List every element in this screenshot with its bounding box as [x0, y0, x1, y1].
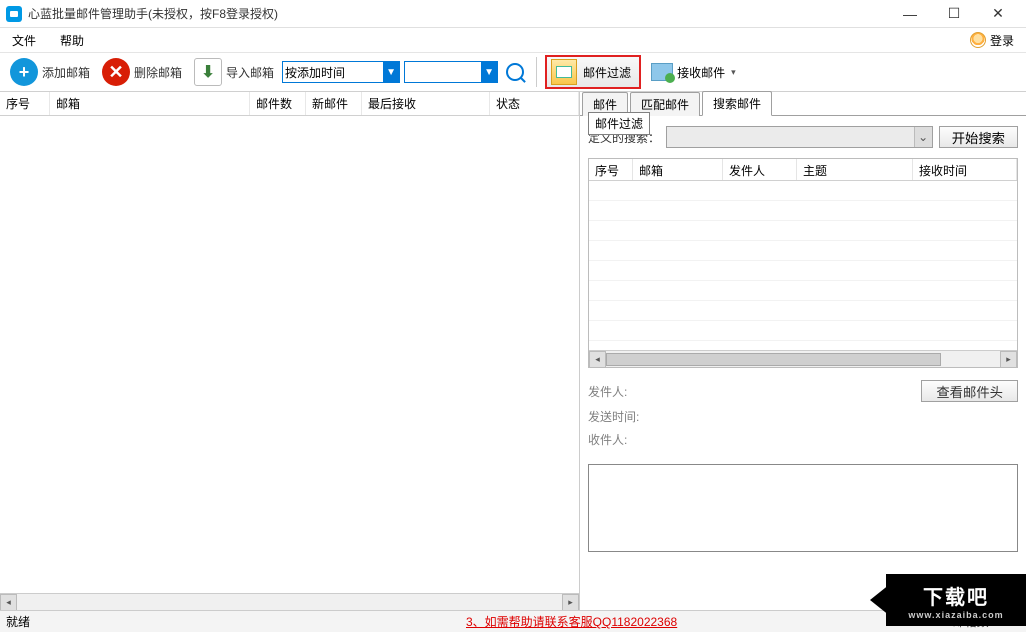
col-index[interactable]: 序号 [589, 159, 633, 180]
recipient-label: 收件人: [588, 431, 648, 448]
tooltip: 邮件过滤 [588, 112, 650, 135]
search-table-header: 序号 邮箱 发件人 主题 接收时间 [589, 159, 1017, 181]
delete-mailbox-button[interactable]: ✕ 删除邮箱 [98, 56, 186, 88]
mailbox-table-body[interactable] [0, 116, 579, 593]
scroll-left-arrow[interactable]: ◂ [0, 594, 17, 611]
chevron-down-icon: ▼ [481, 62, 497, 82]
delete-icon: ✕ [102, 58, 130, 86]
col-sender[interactable]: 发件人 [723, 159, 797, 180]
col-mail-count[interactable]: 邮件数 [250, 92, 306, 115]
view-header-button[interactable]: 查看邮件头 [921, 380, 1018, 402]
close-button[interactable]: ✕ [976, 0, 1020, 28]
menu-bar: 文件 帮助 登录 [0, 28, 1026, 52]
table-row [589, 241, 1017, 261]
chevron-down-icon: ▼ [383, 62, 399, 82]
scroll-thumb[interactable] [606, 353, 941, 366]
window-controls: — ☐ ✕ [888, 0, 1020, 28]
import-mailbox-button[interactable]: ⬇ 导入邮箱 [190, 56, 278, 88]
login-label: 登录 [990, 32, 1014, 49]
mail-detail-pane: 邮件 匹配邮件 搜索邮件 定义的搜索： ⌄ 开始搜索 序号 邮箱 发件人 主题 … [580, 92, 1026, 610]
table-row [589, 301, 1017, 321]
search-table-body[interactable] [589, 181, 1017, 350]
col-subject[interactable]: 主题 [797, 159, 913, 180]
watermark-text: 下载吧 [923, 581, 989, 610]
plus-icon: + [10, 58, 38, 86]
import-icon: ⬇ [194, 58, 222, 86]
mail-receive-icon [651, 63, 673, 81]
saved-search-select[interactable]: ⌄ [666, 126, 933, 148]
filter-select[interactable]: ▼ [404, 61, 498, 83]
scroll-left-arrow[interactable]: ◂ [589, 351, 606, 368]
col-mailbox[interactable]: 邮箱 [633, 159, 723, 180]
sort-select-value[interactable] [283, 62, 383, 82]
scroll-right-arrow[interactable]: ▸ [1000, 351, 1017, 368]
app-icon [6, 6, 22, 22]
table-row [589, 321, 1017, 341]
mail-detail: 发件人: 查看邮件头 发送时间: 收件人: [580, 368, 1026, 460]
table-row [589, 221, 1017, 241]
col-index[interactable]: 序号 [0, 92, 50, 115]
login-button[interactable]: 登录 [964, 30, 1020, 51]
table-row [589, 181, 1017, 201]
scroll-track[interactable] [606, 351, 1000, 367]
h-scrollbar[interactable]: ◂ ▸ [589, 350, 1017, 367]
filter-select-value[interactable] [405, 62, 481, 82]
menu-help[interactable]: 帮助 [54, 30, 90, 51]
h-scrollbar[interactable]: ◂ ▸ [0, 593, 579, 610]
search-icon[interactable] [506, 63, 524, 81]
sort-select[interactable]: ▼ [282, 61, 400, 83]
table-row [589, 261, 1017, 281]
filter-icon [551, 59, 577, 85]
watermark-url: www.xiazaiba.com [908, 610, 1003, 620]
toolbar: + 添加邮箱 ✕ 删除邮箱 ⬇ 导入邮箱 ▼ ▼ 邮件过滤 接收邮件 ▾ [0, 52, 1026, 92]
main-area: 序号 邮箱 邮件数 新邮件 最后接收 状态 ◂ ▸ 邮件 匹配邮件 搜索邮件 定… [0, 92, 1026, 610]
table-row [589, 201, 1017, 221]
col-new-mail[interactable]: 新邮件 [306, 92, 362, 115]
col-last-recv[interactable]: 最后接收 [362, 92, 490, 115]
col-status[interactable]: 状态 [490, 92, 579, 115]
col-recv-time[interactable]: 接收时间 [913, 159, 1017, 180]
mail-filter-button[interactable]: 邮件过滤 [545, 55, 641, 89]
user-icon [970, 32, 986, 48]
menu-file[interactable]: 文件 [6, 30, 42, 51]
mail-content-box[interactable] [588, 464, 1018, 552]
send-time-label: 发送时间: [588, 408, 648, 425]
title-bar: 心蓝批量邮件管理助手(未授权，按F8登录授权) — ☐ ✕ [0, 0, 1026, 28]
table-row [589, 281, 1017, 301]
minimize-button[interactable]: — [888, 0, 932, 28]
start-search-button[interactable]: 开始搜索 [939, 126, 1018, 148]
add-mailbox-button[interactable]: + 添加邮箱 [6, 56, 94, 88]
separator [536, 57, 537, 87]
chevron-down-icon: ▾ [731, 67, 736, 78]
col-mailbox[interactable]: 邮箱 [50, 92, 250, 115]
watermark: 下载吧 www.xiazaiba.com [886, 574, 1026, 626]
mailbox-list-pane: 序号 邮箱 邮件数 新邮件 最后接收 状态 ◂ ▸ [0, 92, 580, 610]
chevron-down-icon: ⌄ [914, 127, 932, 147]
help-link[interactable]: 3、如需帮助请联系客服QQ1182022368 [466, 613, 677, 630]
maximize-button[interactable]: ☐ [932, 0, 976, 28]
sender-label: 发件人: [588, 383, 648, 400]
scroll-right-arrow[interactable]: ▸ [562, 594, 579, 611]
search-result-table: 序号 邮箱 发件人 主题 接收时间 ◂ ▸ [588, 158, 1018, 368]
tab-search-mail[interactable]: 搜索邮件 [702, 91, 772, 116]
receive-mail-button[interactable]: 接收邮件 ▾ [645, 61, 742, 83]
scroll-track[interactable] [17, 594, 562, 611]
window-title: 心蓝批量邮件管理助手(未授权，按F8登录授权) [28, 5, 888, 22]
status-text: 就绪 [6, 613, 466, 630]
mailbox-table-header: 序号 邮箱 邮件数 新邮件 最后接收 状态 [0, 92, 579, 116]
